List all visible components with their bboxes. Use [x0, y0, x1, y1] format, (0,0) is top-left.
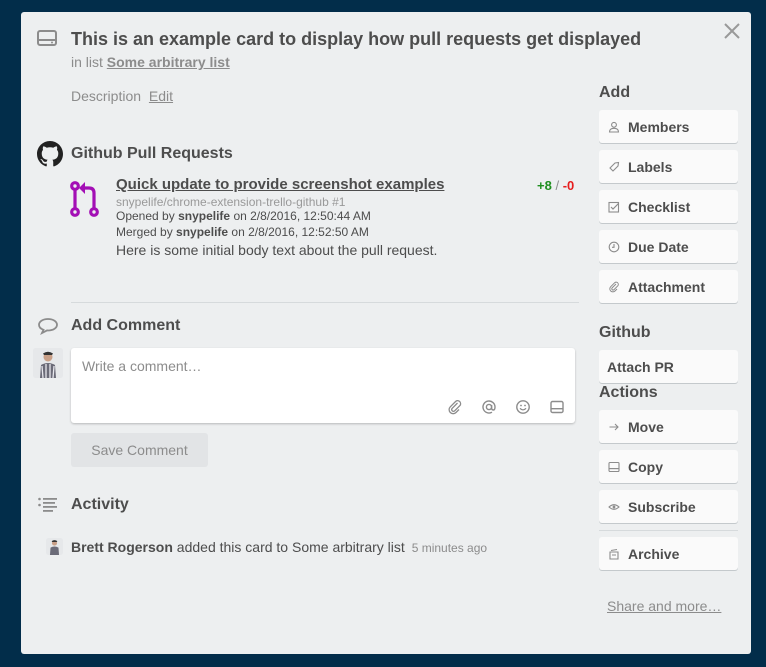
- pull-request-body: Here is some initial body text about the…: [116, 242, 438, 258]
- label-icon: [609, 161, 620, 172]
- activity-avatar[interactable]: [46, 538, 63, 555]
- merged-date: on 2/8/2016, 12:52:50 AM: [231, 225, 369, 239]
- button-label: Subscribe: [628, 498, 696, 515]
- activity-user[interactable]: Brett Rogerson: [71, 539, 173, 555]
- button-label: Attachment: [628, 278, 706, 295]
- arrow-right-icon: [609, 423, 619, 430]
- button-label: Labels: [628, 158, 673, 175]
- card-title[interactable]: This is an example card to display how p…: [71, 29, 641, 50]
- in-list-prefix: in list: [71, 54, 103, 70]
- share-and-more-link[interactable]: Share and more…: [607, 598, 721, 614]
- copy-button[interactable]: Copy: [599, 450, 738, 483]
- opened-date: on 2/8/2016, 12:50:44 AM: [233, 209, 371, 223]
- list-link[interactable]: Some arbitrary list: [107, 54, 230, 70]
- add-due-date-button[interactable]: Due Date: [599, 230, 738, 263]
- move-button[interactable]: Move: [599, 410, 738, 443]
- add-members-button[interactable]: Members: [599, 110, 738, 143]
- add-labels-button[interactable]: Labels: [599, 150, 738, 183]
- mention-icon[interactable]: [481, 399, 497, 415]
- button-label: Archive: [628, 545, 680, 562]
- add-attachment-button[interactable]: Attachment: [599, 270, 738, 303]
- eye-icon: [608, 503, 620, 510]
- subscribe-button[interactable]: Subscribe: [599, 490, 738, 523]
- clock-icon: [608, 241, 620, 252]
- description-edit-link[interactable]: Edit: [149, 88, 173, 104]
- section-divider: [71, 302, 579, 303]
- description-row: Description Edit: [71, 88, 173, 104]
- merged-prefix: Merged by: [116, 225, 173, 239]
- archive-icon: [609, 548, 619, 560]
- button-label: Move: [628, 418, 664, 435]
- button-label: Members: [628, 118, 690, 135]
- sidebar-actions-heading: Actions: [599, 384, 658, 401]
- sidebar-github-heading: Github: [599, 324, 651, 341]
- comment-input[interactable]: [71, 348, 575, 398]
- list-reference: in list Some arbitrary list: [71, 54, 230, 70]
- opened-user: snypelife: [178, 209, 231, 223]
- button-label: Copy: [628, 458, 663, 475]
- github-section-title: Github Pull Requests: [71, 145, 233, 162]
- activity-icon: [38, 497, 57, 512]
- description-label: Description: [71, 88, 142, 104]
- activity-action: added this card to Some arbitrary list: [176, 539, 405, 555]
- comment-composer: [71, 348, 575, 423]
- activity-title: Activity: [71, 496, 129, 513]
- comment-icon: [38, 318, 58, 335]
- merged-user: snypelife: [176, 225, 229, 239]
- user-avatar[interactable]: [33, 348, 63, 378]
- activity-item: Brett Rogerson added this card to Some a…: [71, 539, 487, 555]
- attach-pr-button[interactable]: Attach PR: [599, 350, 738, 383]
- diff-separator: /: [555, 178, 560, 193]
- opened-prefix: Opened by: [116, 209, 175, 223]
- card-icon: [608, 461, 620, 472]
- attachment-icon: [609, 281, 619, 292]
- deletions-count: -0: [562, 178, 575, 193]
- button-label: Checklist: [628, 198, 691, 215]
- card-detail-window: This is an example card to display how p…: [21, 12, 751, 654]
- pull-request-merged: Merged by snypelife on 2/8/2016, 12:52:5…: [116, 225, 369, 239]
- card-icon: [37, 30, 57, 46]
- pull-request-title-link[interactable]: Quick update to provide screenshot examp…: [116, 176, 444, 193]
- button-label: Attach PR: [607, 358, 674, 375]
- pull-request-opened: Opened by snypelife on 2/8/2016, 12:50:4…: [116, 209, 371, 223]
- additions-count: +8: [537, 178, 552, 193]
- checklist-icon: [608, 201, 620, 213]
- attachment-icon[interactable]: [447, 399, 463, 415]
- save-comment-button[interactable]: Save Comment: [71, 433, 208, 467]
- sidebar-add-heading: Add: [599, 84, 631, 101]
- pull-request-merged-icon: [70, 181, 99, 217]
- emoji-icon[interactable]: [515, 399, 531, 415]
- pull-request-repo: snypelife/chrome-extension-trello-github…: [116, 195, 346, 209]
- github-icon: [37, 141, 63, 167]
- sidebar-divider: [599, 530, 738, 531]
- comment-toolbar: [447, 399, 565, 415]
- add-checklist-button[interactable]: Checklist: [599, 190, 738, 223]
- archive-button[interactable]: Archive: [599, 537, 738, 570]
- close-icon[interactable]: [721, 20, 743, 42]
- card-icon[interactable]: [549, 399, 565, 415]
- pull-request-diffstat: +8 / -0: [537, 178, 574, 193]
- member-icon: [608, 121, 620, 133]
- activity-time[interactable]: 5 minutes ago: [412, 541, 487, 555]
- button-label: Due Date: [628, 238, 689, 255]
- add-comment-title: Add Comment: [71, 317, 181, 334]
